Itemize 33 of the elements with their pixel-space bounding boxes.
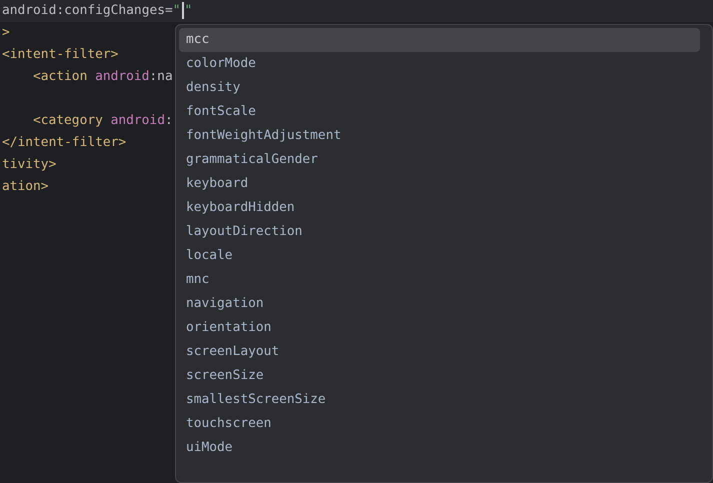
code-token: <category	[33, 113, 103, 128]
code-token: "	[172, 3, 181, 18]
completion-item[interactable]: keyboard	[179, 172, 700, 196]
completion-item[interactable]: density	[179, 76, 700, 100]
completion-item[interactable]: fontWeightAdjustment	[179, 124, 700, 148]
completion-item[interactable]: mnc	[179, 268, 700, 292]
completion-item[interactable]: grammaticalGender	[179, 148, 700, 172]
code-token: >	[2, 25, 10, 40]
code-token: android	[110, 113, 165, 128]
code-token: android	[95, 69, 150, 84]
text-caret	[182, 2, 184, 19]
code-token: :	[164, 113, 173, 128]
completion-item[interactable]: locale	[179, 244, 700, 268]
completion-item[interactable]: fontScale	[179, 100, 700, 124]
completion-item[interactable]: colorMode	[179, 52, 700, 76]
code-token: :na	[149, 69, 173, 84]
code-token: </intent-filter>	[2, 135, 126, 150]
code-token: tivity>	[2, 157, 56, 172]
completion-item[interactable]: screenSize	[179, 364, 700, 388]
code-token: ation>	[2, 179, 49, 194]
completion-item[interactable]: uiMode	[179, 436, 700, 460]
code-token: android:configChanges=	[2, 3, 173, 18]
completion-item[interactable]: mcc	[179, 28, 700, 52]
code-token: <intent-filter>	[2, 47, 118, 62]
completion-item[interactable]: smallestScreenSize	[179, 388, 700, 412]
completion-item[interactable]: layoutDirection	[179, 220, 700, 244]
completion-item[interactable]: keyboardHidden	[179, 196, 700, 220]
code-token: <action	[33, 69, 88, 84]
completion-item[interactable]: orientation	[179, 316, 700, 340]
completion-item[interactable]: navigation	[179, 292, 700, 316]
code-token: "	[184, 3, 192, 18]
completion-item[interactable]: touchscreen	[179, 412, 700, 436]
completion-item[interactable]: screenLayout	[179, 340, 700, 364]
